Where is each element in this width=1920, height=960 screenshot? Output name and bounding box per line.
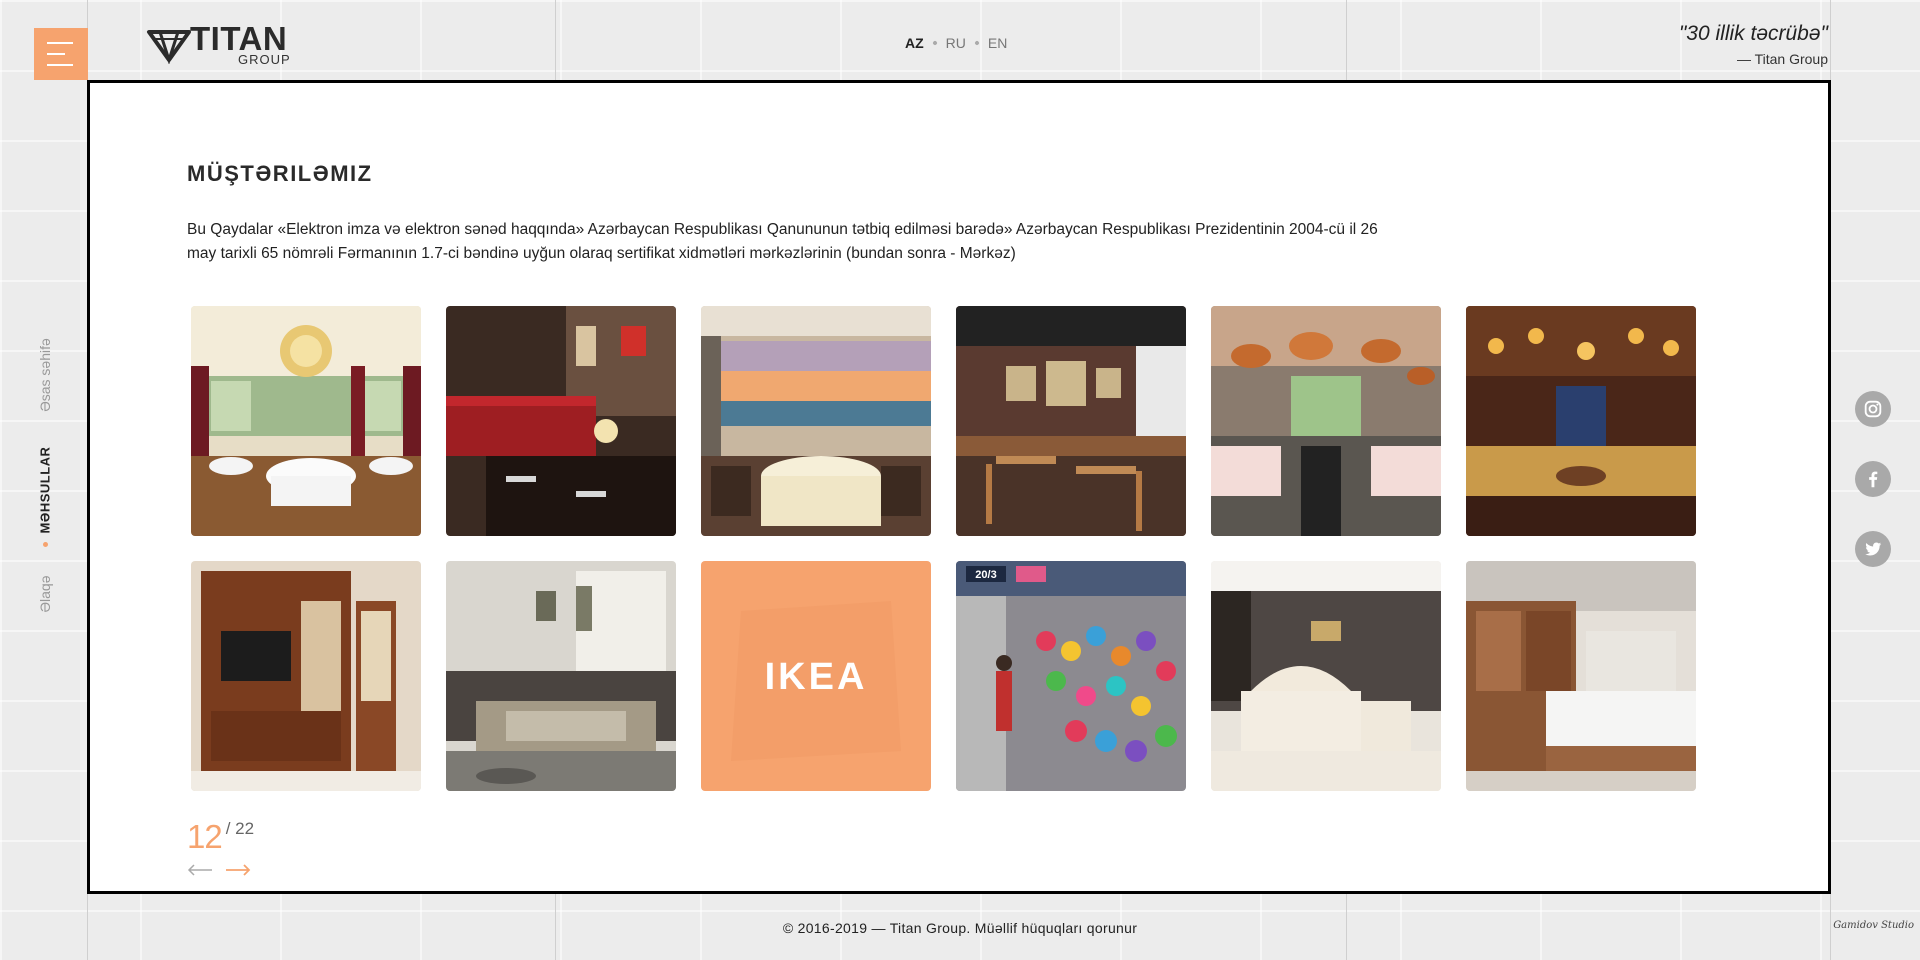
prev-arrow-button[interactable]	[187, 863, 213, 881]
logo-name: TITAN	[190, 20, 288, 57]
gallery-item-market-stall[interactable]: 20/3	[956, 561, 1186, 791]
quote-text: "30 illik təcrübə"	[1678, 22, 1828, 45]
arrow-right-icon	[226, 864, 251, 876]
ikea-logo-tile: IKEA	[701, 561, 931, 791]
page-description: Bu Qaydalar «Elektron imza və elektron s…	[187, 221, 1378, 262]
current-page: 12	[187, 818, 223, 855]
gallery-item-bistro[interactable]	[956, 306, 1186, 536]
nav-products[interactable]: Məhsullar	[38, 447, 53, 534]
arrow-left-icon	[187, 864, 212, 876]
studio-signature[interactable]: Gamidov Studio	[1833, 920, 1914, 931]
menu-button[interactable]	[34, 28, 88, 80]
facebook-link[interactable]	[1855, 461, 1891, 497]
twitter-link[interactable]	[1855, 531, 1891, 567]
instagram-link[interactable]	[1855, 391, 1891, 427]
gallery-item-tv-cabinet[interactable]	[191, 561, 421, 791]
total-pages: / 22	[225, 819, 255, 838]
restaurant-photo	[701, 306, 931, 536]
instagram-icon	[1864, 400, 1882, 418]
gallery-item-copper-lamps[interactable]	[1211, 306, 1441, 536]
gallery-item-white-bedroom[interactable]	[1211, 561, 1441, 791]
header-quote: "30 illik təcrübə" — Titan Group	[1679, 22, 1828, 67]
nav-contact[interactable]: Əlaqə	[37, 575, 53, 612]
restaurant-photo	[1211, 306, 1441, 536]
gallery-item-corner-sofa[interactable]	[446, 561, 676, 791]
separator-dot	[974, 40, 980, 46]
language-switcher: AZ RU EN	[905, 35, 1007, 51]
furniture-photo	[1466, 561, 1696, 791]
menu-line	[47, 42, 73, 44]
page-title: MÜŞTƏRILƏMIZ	[187, 161, 373, 186]
footer-copyright: © 2016-2019 — Titan Group. Müəllif hüquq…	[782, 920, 1138, 936]
gallery-item-ikea[interactable]: IKEA	[701, 561, 931, 791]
gallery-item-classic-restaurant[interactable]	[191, 306, 421, 536]
nav-home[interactable]: Əsas səhifə	[37, 338, 53, 412]
svg-text:20/3: 20/3	[975, 569, 996, 581]
gallery-item-wooden-bedroom[interactable]	[1466, 561, 1696, 791]
restaurant-photo	[191, 306, 421, 536]
furniture-photo	[1211, 561, 1441, 791]
active-dot	[43, 542, 48, 547]
separator-dot	[931, 40, 938, 46]
pagination: 12/ 22	[187, 818, 254, 856]
furniture-photo	[446, 561, 676, 791]
next-arrow-button[interactable]	[225, 863, 251, 881]
svg-text:IKEA: IKEA	[765, 656, 868, 698]
twitter-icon	[1865, 542, 1882, 556]
gallery-item-seaside-restaurant[interactable]	[701, 306, 931, 536]
furniture-photo	[191, 561, 421, 791]
gallery-item-red-booths[interactable]	[446, 306, 676, 536]
logo-subtitle: GROUP	[238, 52, 291, 67]
lang-ru[interactable]: RU	[946, 35, 966, 51]
menu-line	[47, 64, 73, 66]
gallery-item-golden-booths[interactable]	[1466, 306, 1696, 536]
quote-author: — Titan Group	[1736, 51, 1828, 67]
market-photo: 20/3	[956, 561, 1186, 791]
pagination-arrows	[187, 863, 251, 881]
main-panel: MÜŞTƏRILƏMIZ Bu Qaydalar «Elektron imza …	[87, 80, 1831, 894]
lang-az[interactable]: AZ	[905, 35, 924, 51]
restaurant-photo	[956, 306, 1186, 536]
restaurant-photo	[446, 306, 676, 536]
logo[interactable]: TITAN GROUP	[146, 22, 291, 66]
menu-line	[47, 53, 65, 55]
facebook-icon	[1869, 471, 1878, 488]
lang-en[interactable]: EN	[988, 35, 1007, 51]
titan-diamond-icon	[147, 30, 191, 64]
restaurant-photo	[1466, 306, 1696, 536]
